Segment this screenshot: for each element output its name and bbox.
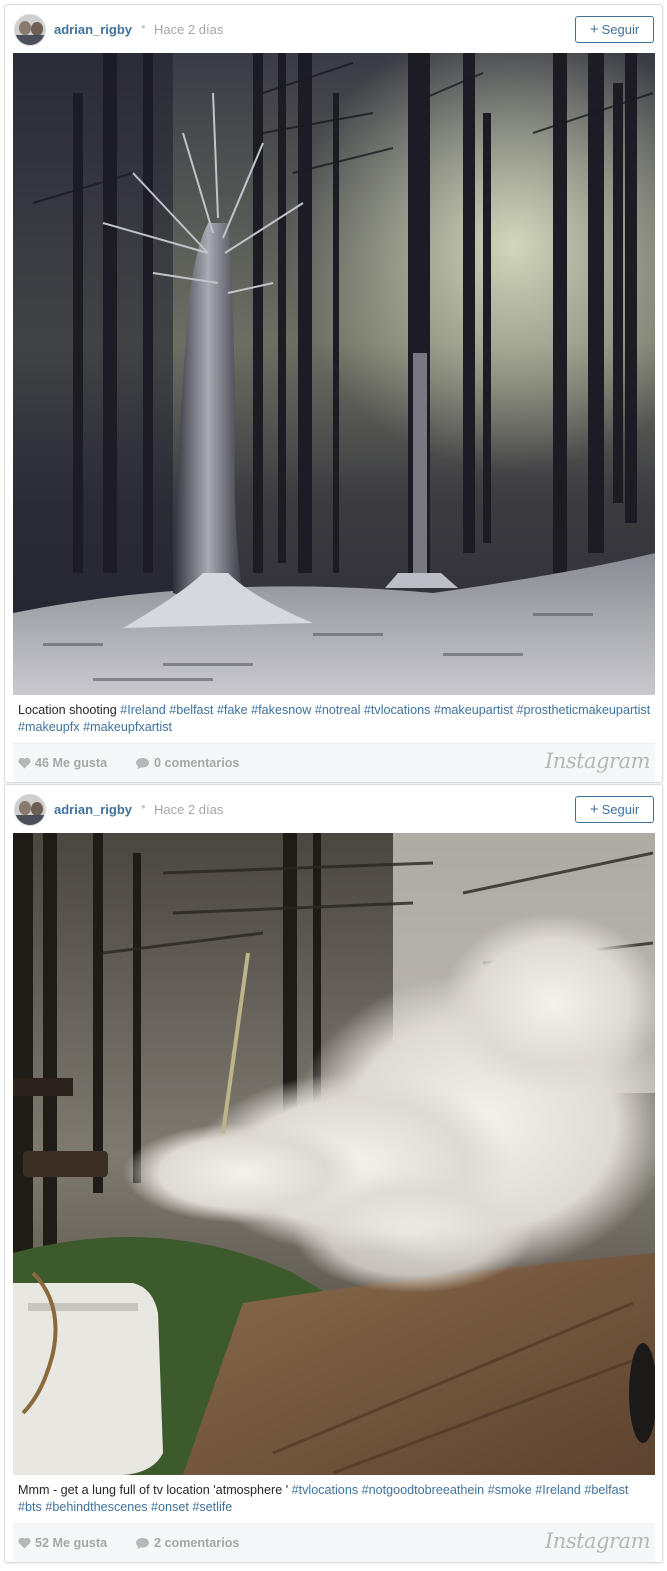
follow-button-label: Seguir	[601, 802, 640, 817]
plus-icon: +	[589, 21, 599, 38]
post-card: adrian_rigby • Hace 2 días + Seguir	[4, 784, 663, 1563]
heart-icon	[18, 1537, 31, 1549]
post-time[interactable]: Hace 2 días	[154, 22, 223, 37]
post-card: adrian_rigby • Hace 2 días + Seguir	[4, 4, 663, 783]
likes-count[interactable]: 46 Me gusta	[18, 756, 107, 770]
plus-icon: +	[589, 801, 599, 818]
heart-icon	[18, 757, 31, 769]
caption-text: Location shooting	[18, 703, 121, 717]
comments-count[interactable]: 0 comentarios	[135, 756, 239, 770]
comments-label: 0 comentarios	[154, 756, 240, 770]
hashtag-link[interactable]: #notgoodtobreeathein	[362, 1483, 485, 1497]
smoke-machine-forest-photo[interactable]	[13, 833, 655, 1475]
hashtag-link[interactable]: #tvlocations	[292, 1483, 359, 1497]
likes-label: 52 Me gusta	[35, 1536, 108, 1550]
hashtag-link[interactable]: #Ireland	[120, 703, 166, 717]
likes-label: 46 Me gusta	[35, 756, 108, 770]
post-time[interactable]: Hace 2 días	[154, 802, 223, 817]
hashtag-link[interactable]: #bts	[18, 1500, 42, 1514]
post-header: adrian_rigby • Hace 2 días + Seguir	[5, 5, 662, 53]
follow-button[interactable]: + Seguir	[575, 16, 654, 43]
hashtag-link[interactable]: #notreal	[315, 703, 361, 717]
username-link[interactable]: adrian_rigby	[54, 22, 132, 37]
comments-count[interactable]: 2 comentarios	[135, 1536, 239, 1550]
comment-icon	[136, 757, 149, 769]
post-caption: Mmm - get a lung full of tv location 'at…	[18, 1482, 652, 1516]
instagram-logo[interactable]: Instagram	[545, 1529, 650, 1553]
avatar[interactable]	[14, 14, 46, 46]
comments-label: 2 comentarios	[154, 1536, 240, 1550]
hashtag-link[interactable]: #belfast	[169, 703, 213, 717]
hashtag-link[interactable]: #behindthescenes	[45, 1500, 147, 1514]
hashtag-link[interactable]: #makeupfx	[18, 720, 80, 734]
hashtag-link[interactable]: #smoke	[488, 1483, 532, 1497]
follow-button[interactable]: + Seguir	[575, 796, 654, 823]
likes-count[interactable]: 52 Me gusta	[18, 1536, 107, 1550]
post-footer: 46 Me gusta 0 comentarios Instagram	[13, 743, 655, 782]
avatar[interactable]	[14, 794, 46, 826]
separator-dot: •	[141, 19, 146, 34]
hashtag-link[interactable]: #fakesnow	[251, 703, 311, 717]
hashtag-link[interactable]: #makeupfxartist	[83, 720, 172, 734]
post-footer: 52 Me gusta 2 comentarios Instagram	[13, 1523, 655, 1562]
hashtag-link[interactable]: #onset	[151, 1500, 189, 1514]
separator-dot: •	[141, 799, 146, 814]
snowy-forest-photo[interactable]	[13, 53, 655, 695]
follow-button-label: Seguir	[601, 22, 640, 37]
caption-text: Mmm - get a lung full of tv location 'at…	[18, 1483, 292, 1497]
hashtag-link[interactable]: #prostheticmakeupartist	[517, 703, 651, 717]
hashtag-link[interactable]: #Ireland	[535, 1483, 581, 1497]
username-link[interactable]: adrian_rigby	[54, 802, 132, 817]
post-header: adrian_rigby • Hace 2 días + Seguir	[5, 785, 662, 833]
instagram-logo[interactable]: Instagram	[545, 749, 650, 773]
post-caption: Location shooting #Ireland #belfast #fak…	[18, 702, 652, 736]
hashtag-link[interactable]: #belfast	[584, 1483, 628, 1497]
comment-icon	[136, 1537, 149, 1549]
hashtag-link[interactable]: #tvlocations	[364, 703, 431, 717]
hashtag-link[interactable]: #fake	[217, 703, 248, 717]
hashtag-link[interactable]: #makeupartist	[434, 703, 513, 717]
hashtag-link[interactable]: #setlife	[192, 1500, 232, 1514]
